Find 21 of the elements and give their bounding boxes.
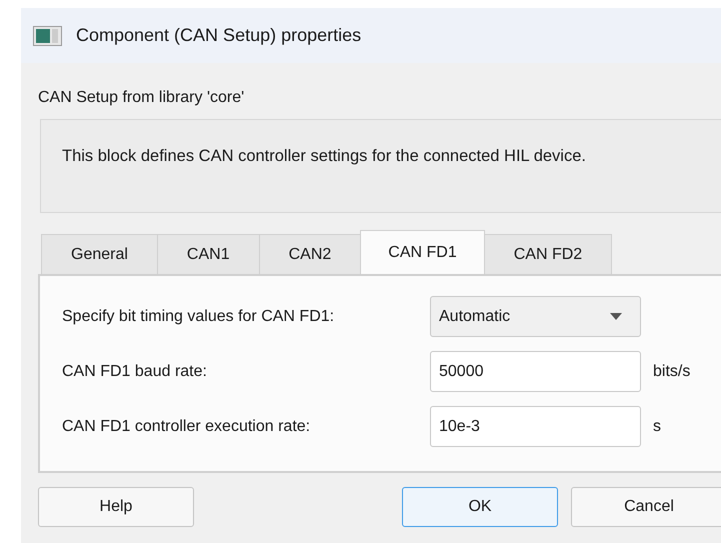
unit-label: s <box>653 418 661 436</box>
tab[interactable]: CAN1 <box>156 234 260 274</box>
tab[interactable]: General <box>41 234 158 274</box>
dialog-button[interactable]: Help <box>38 487 194 527</box>
caret-icon <box>610 313 622 320</box>
dropdown[interactable]: Automatic <box>430 296 641 337</box>
field-label: CAN FD1 baud rate: <box>62 362 208 380</box>
description-text: This block defines CAN controller settings for the connected HIL device. <box>62 146 587 167</box>
library-label: CAN Setup from library 'core' <box>38 88 246 108</box>
window-icon <box>33 26 62 46</box>
field-label: CAN FD1 controller execution rate: <box>62 418 312 436</box>
tab[interactable]: CAN FD2 <box>484 234 612 274</box>
unit-label: bits/s <box>653 362 690 380</box>
input-field[interactable]: 10e-3 <box>430 406 641 447</box>
dialog-button[interactable]: OK <box>402 487 558 527</box>
window-title: Component (CAN Setup) properties <box>76 25 362 46</box>
tab[interactable]: CAN FD1 <box>360 230 485 274</box>
tab[interactable]: CAN2 <box>258 234 362 274</box>
field-label: Specify bit timing values for CAN FD1: <box>62 308 336 326</box>
input-field[interactable]: 50000 <box>430 351 641 392</box>
dialog-button[interactable]: Cancel <box>571 487 721 527</box>
